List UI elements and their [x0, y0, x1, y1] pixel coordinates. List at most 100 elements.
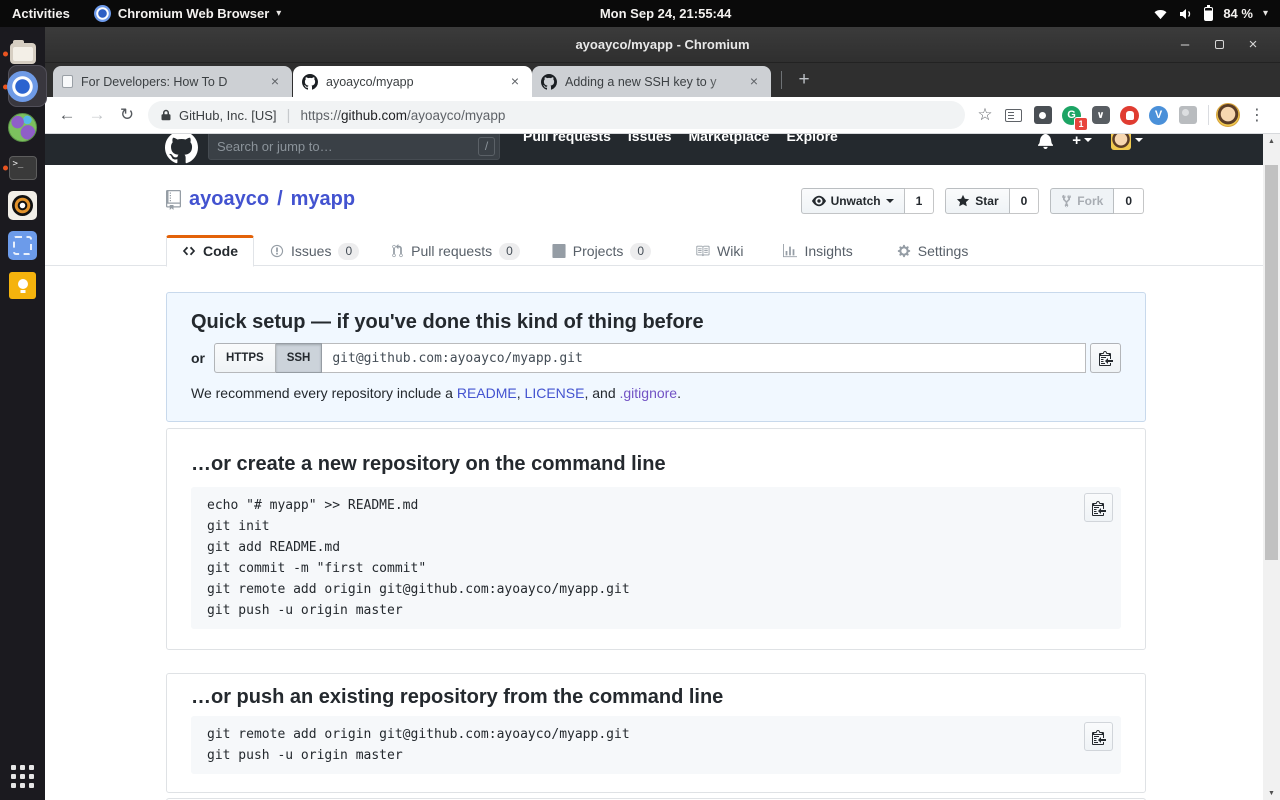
minimize-button[interactable]: –: [1168, 27, 1202, 62]
bookmark-star-icon[interactable]: ☆: [972, 105, 998, 125]
dock-item-chromium[interactable]: [5, 69, 40, 104]
browser-tab-1[interactable]: For Developers: How To D ×: [53, 66, 292, 97]
vimium-extension-icon[interactable]: [1145, 102, 1172, 128]
watch-control: Unwatch 1: [801, 188, 935, 214]
repo-owner-link[interactable]: ayoayco: [189, 188, 269, 211]
close-button[interactable]: ×: [1236, 27, 1270, 62]
lightbulb-extension-icon[interactable]: [1029, 102, 1056, 128]
fork-button[interactable]: Fork: [1050, 188, 1114, 214]
reading-list-extension-icon[interactable]: [1000, 102, 1027, 128]
generic-extension-icon[interactable]: [1174, 102, 1201, 128]
gear-icon: [897, 244, 911, 258]
gitignore-link[interactable]: .gitignore: [620, 385, 678, 401]
scroll-up-arrow-icon[interactable]: ▲: [1263, 134, 1280, 148]
chromium-icon: [7, 71, 38, 102]
tab-code[interactable]: Code: [166, 235, 254, 267]
nav-issues[interactable]: Issues: [628, 134, 672, 144]
close-tab-icon[interactable]: ×: [746, 74, 762, 90]
github-logo-icon[interactable]: [165, 134, 198, 164]
fork-icon: [1061, 194, 1072, 208]
chevron-down-icon: [886, 199, 894, 203]
pull-requests-counter: 0: [499, 243, 520, 260]
forward-button[interactable]: →: [83, 101, 111, 129]
wiki-book-icon: [695, 244, 710, 258]
repo-main-content: Quick setup — if you've done this kind o…: [166, 266, 1146, 800]
watchers-count[interactable]: 1: [905, 188, 935, 214]
tab-insights[interactable]: Insights: [767, 235, 868, 267]
clone-url-input[interactable]: [322, 343, 1086, 373]
system-status-area[interactable]: 84 % ▾: [1141, 0, 1280, 27]
tab-title: Adding a new SSH key to y: [565, 75, 738, 89]
clock[interactable]: Mon Sep 24, 21:55:44: [588, 6, 744, 21]
clipboard-icon: [1092, 500, 1106, 516]
chevron-down-icon: [1135, 138, 1143, 142]
notifications-bell-icon[interactable]: [1038, 134, 1053, 149]
address-bar[interactable]: GitHub, Inc. [US] | https://github.com/a…: [148, 101, 965, 129]
restore-button[interactable]: [1202, 27, 1236, 62]
url-path: /ayoayco/myapp: [407, 108, 505, 123]
create-new-dropdown[interactable]: +: [1072, 134, 1092, 149]
dock-item-music-player[interactable]: [5, 188, 40, 223]
copy-code-button[interactable]: [1084, 493, 1113, 522]
browser-tab-3[interactable]: Adding a new SSH key to y ×: [532, 66, 771, 97]
dock-item-notes[interactable]: [5, 268, 40, 303]
restore-icon: [1215, 40, 1224, 49]
tab-label: Wiki: [717, 244, 743, 259]
grammarly-extension-icon[interactable]: 1: [1058, 102, 1085, 128]
tab-issues[interactable]: Issues 0: [254, 235, 375, 267]
dock-item-terminal[interactable]: [5, 150, 40, 185]
copy-url-button[interactable]: [1090, 343, 1121, 373]
github-search-box[interactable]: /: [208, 134, 500, 160]
stars-count[interactable]: 0: [1010, 188, 1040, 214]
app-indicator-label: Chromium Web Browser: [118, 6, 269, 21]
create-code-block: echo "# myapp" >> README.md git init git…: [191, 487, 1121, 629]
close-tab-icon[interactable]: ×: [507, 74, 523, 90]
nav-marketplace[interactable]: Marketplace: [689, 134, 770, 144]
adblock-extension-icon[interactable]: [1116, 102, 1143, 128]
profile-avatar[interactable]: [1216, 103, 1240, 127]
nav-pull-requests[interactable]: Pull requests: [523, 134, 611, 144]
scrollbar-thumb[interactable]: [1265, 165, 1278, 560]
url-host: github.com: [341, 108, 407, 123]
pocket-extension-icon[interactable]: [1087, 102, 1114, 128]
license-link[interactable]: LICENSE: [525, 385, 585, 401]
dock-item-screenshot[interactable]: [5, 228, 40, 263]
window-title: ayoayco/myapp - Chromium: [575, 37, 749, 52]
slash-key-badge: /: [478, 137, 495, 156]
page-scrollbar[interactable]: ▲ ▼: [1263, 134, 1280, 800]
create-code: echo "# myapp" >> README.md git init git…: [207, 495, 1105, 621]
tab-settings[interactable]: Settings: [881, 235, 985, 267]
unwatch-button[interactable]: Unwatch: [801, 188, 905, 214]
window-titlebar[interactable]: ayoayco/myapp - Chromium – ×: [45, 27, 1280, 63]
back-button[interactable]: ←: [53, 101, 81, 129]
new-tab-button[interactable]: +: [791, 67, 817, 93]
files-icon: [10, 43, 36, 64]
scroll-down-arrow-icon[interactable]: ▼: [1263, 786, 1280, 800]
star-button[interactable]: Star: [945, 188, 1009, 214]
activities-button[interactable]: Activities: [0, 0, 82, 27]
code-icon: [182, 244, 196, 258]
nav-explore[interactable]: Explore: [786, 134, 837, 144]
reload-button[interactable]: ↻: [113, 101, 141, 129]
lock-icon: [160, 109, 172, 121]
close-tab-icon[interactable]: ×: [267, 74, 283, 90]
tab-projects[interactable]: Projects 0: [536, 235, 667, 267]
ssh-protocol-button[interactable]: SSH: [276, 343, 323, 373]
tab-wiki[interactable]: Wiki: [679, 235, 759, 267]
tab-pull-requests[interactable]: Pull requests 0: [375, 235, 536, 267]
readme-link[interactable]: README: [457, 385, 517, 401]
chevron-down-icon: ▾: [276, 8, 281, 19]
forks-count[interactable]: 0: [1114, 188, 1144, 214]
show-applications-button[interactable]: [8, 762, 37, 791]
copy-code-button[interactable]: [1084, 722, 1113, 751]
repo-name-link[interactable]: myapp: [291, 188, 355, 211]
projects-counter: 0: [630, 243, 651, 260]
app-indicator[interactable]: Chromium Web Browser ▾: [82, 0, 293, 27]
dock-item-web-browser[interactable]: [5, 110, 40, 145]
browser-tab-2-active[interactable]: ayoayco/myapp ×: [293, 66, 532, 97]
https-protocol-button[interactable]: HTTPS: [214, 343, 276, 373]
search-input[interactable]: [217, 139, 478, 154]
page-url: https://github.com/ayoayco/myapp: [300, 108, 505, 123]
browser-menu-icon[interactable]: ⋮: [1242, 105, 1272, 125]
user-menu[interactable]: [1111, 134, 1143, 150]
